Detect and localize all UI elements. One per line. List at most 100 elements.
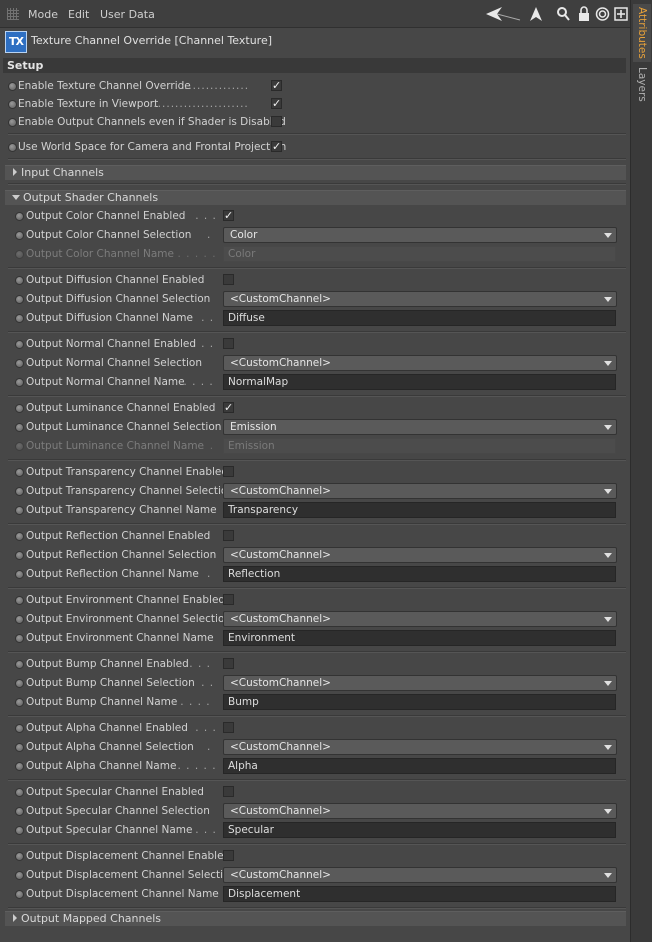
animation-dot-icon[interactable]: [15, 404, 24, 413]
channel-field-label: Output Reflection Channel Name: [26, 568, 199, 580]
animation-dot-icon[interactable]: [8, 118, 17, 127]
group-output-mapped-channels[interactable]: Output Mapped Channels: [5, 911, 626, 926]
channel-selection-dropdown[interactable]: <CustomChannel>: [223, 355, 617, 371]
channel-enabled-checkbox[interactable]: ✓: [223, 402, 234, 413]
animation-dot-icon[interactable]: [15, 212, 24, 221]
channel-selection-dropdown[interactable]: <CustomChannel>: [223, 867, 617, 883]
back-arrow-icon[interactable]: [486, 6, 522, 22]
animation-dot-icon[interactable]: [15, 788, 24, 797]
animation-dot-icon[interactable]: [15, 551, 24, 560]
tab-layers[interactable]: Layers: [633, 64, 651, 104]
chevron-down-icon: [604, 553, 612, 558]
channel-enabled-checkbox[interactable]: ✓: [223, 210, 234, 221]
animation-dot-icon[interactable]: [15, 276, 24, 285]
channel-field-label: Output Luminance Channel Enabled: [26, 402, 216, 414]
animation-dot-icon[interactable]: [15, 570, 24, 579]
animation-dot-icon[interactable]: [15, 378, 24, 387]
channel-field-label: Output Specular Channel Name: [26, 824, 193, 836]
channel-name-field[interactable]: Bump: [223, 694, 616, 710]
animation-dot-icon[interactable]: [15, 359, 24, 368]
animation-dot-icon[interactable]: [15, 442, 24, 451]
search-icon[interactable]: [556, 6, 570, 22]
channel-enabled-checkbox[interactable]: [223, 786, 234, 797]
animation-dot-icon[interactable]: [15, 532, 24, 541]
channel-enabled-checkbox[interactable]: [223, 466, 234, 477]
channel-name-field[interactable]: Diffuse: [223, 310, 616, 326]
animation-dot-icon[interactable]: [15, 487, 24, 496]
new-panel-icon[interactable]: [614, 6, 628, 22]
group-input-channels[interactable]: Input Channels: [5, 165, 626, 180]
channel-selection-dropdown[interactable]: <CustomChannel>: [223, 675, 617, 691]
channel-name-field[interactable]: Displacement: [223, 886, 616, 902]
animation-dot-icon[interactable]: [15, 871, 24, 880]
channel-selection-dropdown[interactable]: <CustomChannel>: [223, 739, 617, 755]
animation-dot-icon[interactable]: [8, 82, 17, 91]
channel-name-field[interactable]: Environment: [223, 630, 616, 646]
animation-dot-icon[interactable]: [15, 340, 24, 349]
animation-dot-icon[interactable]: [15, 314, 24, 323]
enable-output-checkbox[interactable]: [271, 116, 282, 127]
chevron-down-icon: [604, 425, 612, 430]
grip-handle-icon[interactable]: [7, 8, 19, 20]
channel-field-label: Output Diffusion Channel Selection: [26, 293, 211, 305]
leader-dots: . . . . . . . . . . . . . . . . . . . .: [177, 760, 217, 772]
channel-name-field[interactable]: NormalMap: [223, 374, 616, 390]
texture-tag-icon: TX: [5, 31, 27, 53]
channel-enabled-checkbox[interactable]: [223, 594, 234, 605]
animation-dot-icon[interactable]: [15, 506, 24, 515]
channel-selection-dropdown[interactable]: <CustomChannel>: [223, 547, 617, 563]
channel-name-field[interactable]: Alpha: [223, 758, 616, 774]
tab-attributes[interactable]: Attributes: [633, 4, 651, 62]
animation-dot-icon[interactable]: [15, 634, 24, 643]
channel-selection-dropdown[interactable]: <CustomChannel>: [223, 611, 617, 627]
menu-user-data[interactable]: User Data: [100, 8, 155, 21]
channel-enabled-checkbox[interactable]: [223, 850, 234, 861]
animation-dot-icon[interactable]: [15, 724, 24, 733]
enable-viewport-checkbox[interactable]: ✓: [271, 98, 282, 109]
group-output-shader-channels[interactable]: Output Shader Channels: [5, 190, 626, 205]
lock-icon[interactable]: [578, 6, 590, 22]
channel-field-label: Output Luminance Channel Name: [26, 440, 205, 452]
animation-dot-icon[interactable]: [15, 615, 24, 624]
leader-dots: . . . . . . . . . . . . . . . . . . . .: [201, 312, 216, 324]
animation-dot-icon[interactable]: [15, 423, 24, 432]
animation-dot-icon[interactable]: [15, 852, 24, 861]
animation-dot-icon[interactable]: [8, 143, 17, 152]
world-space-checkbox[interactable]: ✓: [271, 141, 282, 152]
channel-selection-dropdown[interactable]: Emission: [223, 419, 617, 435]
animation-dot-icon[interactable]: [15, 890, 24, 899]
animation-dot-icon[interactable]: [15, 231, 24, 240]
enable-override-checkbox[interactable]: ✓: [271, 80, 282, 91]
animation-dot-icon[interactable]: [15, 807, 24, 816]
chevron-down-icon: [604, 489, 612, 494]
animation-dot-icon[interactable]: [15, 679, 24, 688]
animation-dot-icon[interactable]: [15, 596, 24, 605]
channel-enabled-checkbox[interactable]: [223, 530, 234, 541]
animation-dot-icon[interactable]: [8, 100, 17, 109]
animation-dot-icon[interactable]: [15, 762, 24, 771]
channel-enabled-checkbox[interactable]: [223, 338, 234, 349]
animation-dot-icon[interactable]: [15, 826, 24, 835]
channel-name-field[interactable]: Transparency: [223, 502, 616, 518]
animation-dot-icon[interactable]: [15, 468, 24, 477]
dropdown-value: <CustomChannel>: [230, 357, 331, 369]
target-icon[interactable]: [595, 6, 610, 22]
channel-selection-dropdown[interactable]: <CustomChannel>: [223, 803, 617, 819]
channel-selection-dropdown[interactable]: Color: [223, 227, 617, 243]
chevron-down-icon: [604, 745, 612, 750]
channel-selection-dropdown[interactable]: <CustomChannel>: [223, 483, 617, 499]
animation-dot-icon[interactable]: [15, 743, 24, 752]
channel-name-field[interactable]: Specular: [223, 822, 616, 838]
menu-mode[interactable]: Mode: [28, 8, 58, 21]
animation-dot-icon[interactable]: [15, 250, 24, 259]
channel-enabled-checkbox[interactable]: [223, 722, 234, 733]
animation-dot-icon[interactable]: [15, 660, 24, 669]
cursor-up-icon[interactable]: [529, 6, 543, 22]
menu-edit[interactable]: Edit: [68, 8, 89, 21]
channel-selection-dropdown[interactable]: <CustomChannel>: [223, 291, 617, 307]
animation-dot-icon[interactable]: [15, 295, 24, 304]
channel-enabled-checkbox[interactable]: [223, 658, 234, 669]
animation-dot-icon[interactable]: [15, 698, 24, 707]
channel-name-field[interactable]: Reflection: [223, 566, 616, 582]
channel-enabled-checkbox[interactable]: [223, 274, 234, 285]
